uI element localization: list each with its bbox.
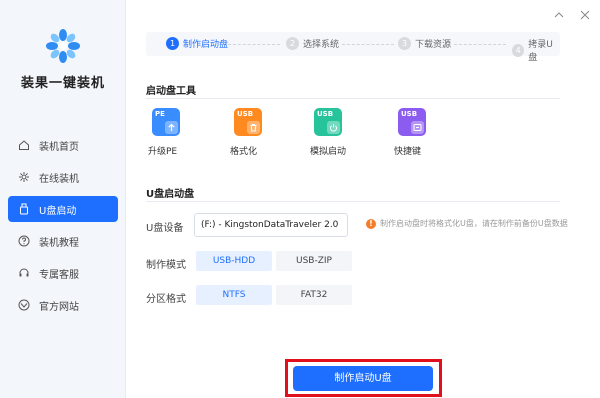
- app-name: 装果一键装机: [20, 76, 105, 91]
- close-button[interactable]: [578, 8, 592, 22]
- partition-option-ntfs[interactable]: NTFS: [196, 285, 272, 305]
- upgrade-icon: [165, 121, 178, 134]
- sidebar: 装果一键装机 装机首页 在线装机 U盘启动 装机教程 专属客服 官方网站: [0, 0, 126, 398]
- mode-option-usb-hdd[interactable]: USB-HDD: [196, 251, 272, 271]
- step-burn-usb: 4 拷录U盘: [512, 37, 560, 63]
- tool-label: 快捷键: [394, 147, 422, 157]
- logo: 装果一键装机: [0, 28, 126, 91]
- tool-simulate-boot[interactable]: USB 模拟启动: [310, 108, 370, 157]
- sidebar-item-label: 装机首页: [39, 141, 79, 153]
- step-make-boot-disk: 1 制作启动盘: [166, 37, 228, 50]
- divider: [146, 98, 560, 99]
- divider: [146, 201, 560, 202]
- sidebar-item-tutorial[interactable]: 装机教程: [8, 228, 118, 254]
- sidebar-item-label: 专属客服: [39, 269, 79, 281]
- mode-option-usb-zip[interactable]: USB-ZIP: [276, 251, 352, 271]
- step-connector: [342, 44, 394, 45]
- warning-text: 制作启动盘时将格式化U盘，请在制作前备份U盘数据: [380, 219, 568, 228]
- step-label: 制作启动盘: [183, 40, 229, 50]
- usb-device-select[interactable]: (F:) - KingstonDataTraveler 2.0: [194, 213, 348, 237]
- logo-icon: [46, 29, 80, 63]
- format-warning: ! 制作启动盘时将格式化U盘，请在制作前备份U盘数据: [366, 218, 568, 229]
- sidebar-item-label: 在线装机: [39, 173, 79, 185]
- tool-label: 升级PE: [148, 147, 178, 157]
- step-connector: [228, 44, 280, 45]
- tool-format[interactable]: USB 格式化: [230, 108, 290, 157]
- step-label: 拷录U盘: [528, 40, 553, 63]
- keyboard-icon: [411, 121, 424, 134]
- headset-icon: [18, 267, 30, 279]
- minimize-button[interactable]: [552, 8, 566, 22]
- sidebar-item-label: U盘启动: [39, 205, 77, 217]
- sidebar-item-label: 官方网站: [39, 301, 79, 313]
- online-install-icon: [18, 171, 30, 183]
- usb-section-title: U盘启动盘: [146, 189, 195, 200]
- make-boot-usb-button[interactable]: 制作启动U盘: [293, 366, 433, 391]
- partition-option-fat32[interactable]: FAT32: [276, 285, 352, 305]
- step-connector: [454, 44, 506, 45]
- hotkey-tool-icon: USB: [398, 108, 426, 136]
- warning-icon: !: [366, 218, 376, 229]
- tool-label: 模拟启动: [310, 147, 347, 157]
- sidebar-item-website[interactable]: 官方网站: [8, 292, 118, 318]
- progress-stepper: 1 制作启动盘 2 选择系统 3 下载资源 4 拷录U盘: [146, 32, 560, 63]
- sidebar-item-support[interactable]: 专属客服: [8, 260, 118, 286]
- website-icon: [18, 299, 30, 311]
- sidebar-item-usb-boot[interactable]: U盘启动: [8, 196, 118, 222]
- mode-label: 制作模式: [146, 260, 186, 271]
- partition-label: 分区格式: [146, 294, 186, 305]
- step-select-system: 2 选择系统: [286, 37, 339, 50]
- step-label: 下载资源: [415, 40, 452, 50]
- close-icon: [580, 10, 590, 20]
- pe-tool-icon: PE: [152, 108, 180, 136]
- simulate-tool-icon: USB: [314, 108, 342, 136]
- tools-section-title: 启动盘工具: [146, 86, 196, 97]
- step-label: 选择系统: [303, 40, 340, 50]
- usb-drive-icon: [18, 203, 30, 215]
- help-icon: [18, 235, 30, 247]
- trash-icon: [247, 121, 260, 134]
- power-icon: [327, 121, 340, 134]
- sidebar-nav: 装机首页 在线装机 U盘启动 装机教程 专属客服 官方网站: [8, 132, 118, 324]
- sidebar-item-label: 装机教程: [39, 237, 79, 249]
- home-icon: [18, 139, 30, 151]
- device-label: U盘设备: [146, 223, 184, 234]
- minimize-icon: [554, 12, 564, 18]
- step-download-resources: 3 下载资源: [398, 37, 451, 50]
- sidebar-item-home[interactable]: 装机首页: [8, 132, 118, 158]
- tool-hotkey[interactable]: USB 快捷键: [394, 108, 454, 157]
- tool-label: 格式化: [230, 147, 258, 157]
- format-tool-icon: USB: [234, 108, 262, 136]
- tool-upgrade-pe[interactable]: PE 升级PE: [148, 108, 208, 157]
- sidebar-item-online-install[interactable]: 在线装机: [8, 164, 118, 190]
